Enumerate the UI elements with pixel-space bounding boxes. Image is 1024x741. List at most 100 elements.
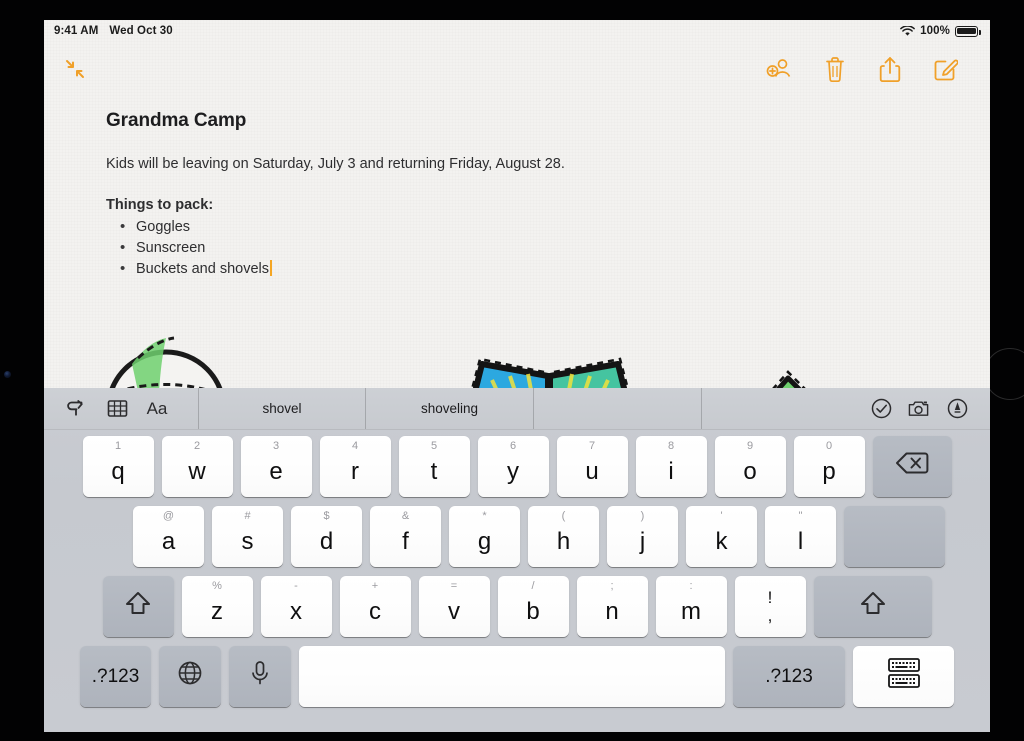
key-exclamation-comma[interactable]: ! , [734,576,806,637]
return-key[interactable] [844,506,945,567]
key-alt-label: $ [323,510,330,522]
suggestion-3[interactable] [534,388,702,429]
key-alt-label: 3 [272,440,280,452]
backspace-key[interactable] [872,436,952,497]
key-alt-label: 0 [825,440,833,452]
key-j[interactable]: ) j [607,506,678,567]
suggestion-1[interactable]: shovel [198,388,366,429]
key-alt-label: ) [640,510,645,522]
status-date: Wed Oct 30 [109,25,173,37]
spacebar[interactable] [299,646,725,707]
share-button[interactable] [876,55,904,83]
key-label: o [743,458,757,485]
key-label: f [402,528,409,555]
key-y[interactable]: 6y [477,436,549,497]
numbers-key-left[interactable]: .?123 [80,646,151,707]
key-alt-label: ; [610,580,614,592]
compose-button[interactable] [931,55,959,83]
key-alt-label: 1 [114,440,122,452]
key-alt-label: 5 [430,440,438,452]
key-p[interactable]: 0p [793,436,865,497]
collapse-arrows-icon[interactable] [60,54,90,84]
key-alt-label: - [294,580,298,592]
pack-list: Goggles Sunscreen Buckets and shovels [106,216,934,280]
keyboard-dock-key[interactable] [853,646,954,707]
globe-key[interactable] [159,646,221,707]
key-n[interactable]: ; n [576,576,648,637]
list-item-label: Goggles [136,219,191,236]
key-label: z [211,598,223,625]
list-item-label: Buckets and shovels [136,261,269,278]
wifi-icon [900,24,916,37]
key-z[interactable]: % z [181,576,253,637]
key-u[interactable]: 7u [556,436,628,497]
undo-icon[interactable] [66,398,88,420]
keyboard-row-3: % z -x + c = v / b ; n :m ! , [49,576,985,637]
delete-note-button[interactable] [821,55,849,83]
table-icon[interactable] [106,398,128,420]
key-b[interactable]: / b [497,576,569,637]
key-o[interactable]: 9o [714,436,786,497]
key-label: e [269,458,283,485]
key-alt-label: / [531,580,535,592]
shift-icon [860,590,886,623]
key-m[interactable]: :m [655,576,727,637]
text-cursor [270,260,272,277]
suggestion-2[interactable]: shoveling [366,388,534,429]
key-t[interactable]: 5t [398,436,470,497]
text-format-icon[interactable]: Aa [146,398,168,420]
key-c[interactable]: + c [339,576,411,637]
shift-key-right[interactable] [813,576,932,637]
list-item: Goggles [106,216,934,238]
key-e[interactable]: 3e [240,436,312,497]
key-label: g [477,528,492,555]
list-item-label: Sunscreen [136,240,206,257]
key-a[interactable]: @ a [133,506,204,567]
key-alt-label: 9 [746,440,754,452]
key-alt-label: @ [162,510,175,522]
key-q[interactable]: 1q [82,436,154,497]
checklist-icon[interactable] [870,398,892,420]
predictive-text-bar: Aa shovel shoveling [44,388,990,430]
note-paragraph: Kids will be leaving on Saturday, July 3… [106,156,565,172]
key-k[interactable]: ' k [686,506,757,567]
key-l[interactable]: " l [765,506,836,567]
add-person-button[interactable] [766,55,794,83]
camera-icon[interactable] [908,398,930,420]
key-alt-label: 8 [667,440,675,452]
front-camera-dot [4,371,11,378]
keyboard-dock-icon [884,656,924,697]
key-alt-label: + [371,580,379,592]
key-r[interactable]: 4r [319,436,391,497]
shift-key-left[interactable] [102,576,174,637]
key-alt-label: & [401,510,410,522]
key-label: b [526,598,540,625]
key-label: l [797,528,804,555]
key-label: p [822,458,836,485]
key-d[interactable]: $ d [291,506,362,567]
key-h[interactable]: (h [528,506,599,567]
key-g[interactable]: * g [449,506,520,567]
key-label: s [241,528,254,555]
key-alt-label: : [689,580,693,592]
key-label: a [161,528,176,555]
key-label: r [351,458,359,485]
key-alt-label: % [212,580,222,592]
key-v[interactable]: = v [418,576,490,637]
key-alt-label: " [798,510,803,522]
dictation-key[interactable] [229,646,291,707]
key-alt-label: ( [561,510,566,522]
backspace-icon [895,451,929,482]
numbers-key-right[interactable]: .?123 [733,646,845,707]
key-f[interactable]: & f [370,506,441,567]
microphone-icon [250,660,270,693]
key-label: h [556,528,571,555]
key-s[interactable]: # s [212,506,283,567]
key-i[interactable]: 8i [635,436,707,497]
key-x[interactable]: -x [260,576,332,637]
home-button[interactable] [984,348,1024,400]
key-w[interactable]: 2w [161,436,233,497]
key-label: y [507,458,519,485]
key-label: w [188,458,206,485]
markup-pen-icon[interactable] [946,398,968,420]
